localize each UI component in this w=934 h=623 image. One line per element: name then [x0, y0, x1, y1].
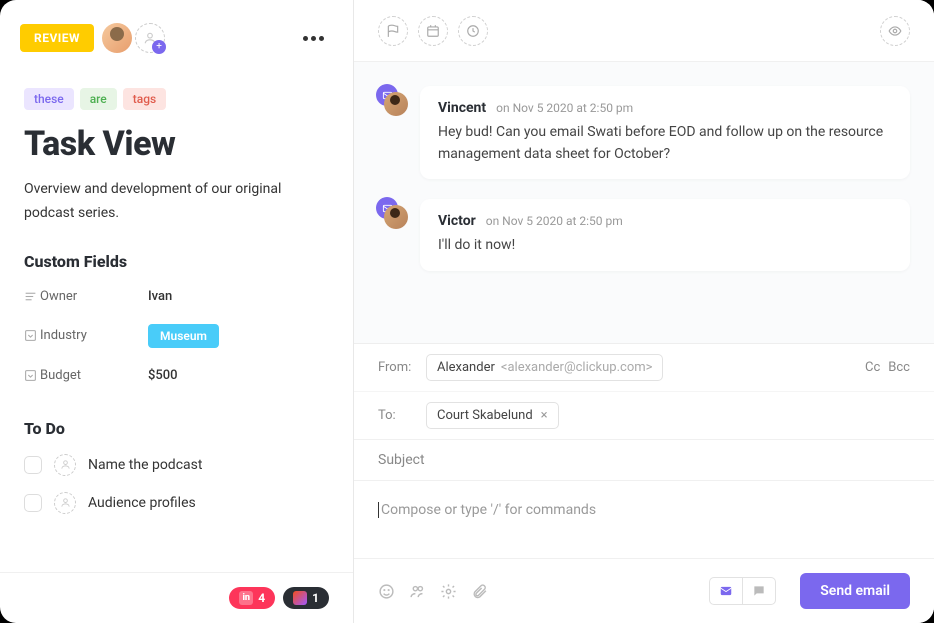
body-input[interactable]: Compose or type '/' for commands	[354, 481, 934, 558]
from-email: <alexander@clickup.com>	[501, 360, 653, 375]
remove-recipient-button[interactable]: ×	[539, 408, 548, 423]
clock-icon	[466, 24, 480, 38]
message-box[interactable]: Victor on Nov 5 2020 at 2:50 pm I'll do …	[420, 199, 910, 271]
mention-icon	[409, 583, 426, 600]
add-assignee-button[interactable]: +	[135, 23, 165, 53]
message-author: Vincent	[438, 100, 486, 116]
task-header: REVIEW +	[0, 0, 353, 76]
body-placeholder: Compose or type '/' for commands	[378, 502, 596, 518]
text-field-icon	[24, 290, 40, 303]
plus-icon: +	[152, 40, 166, 54]
settings-button[interactable]	[440, 583, 457, 600]
more-menu-button[interactable]	[293, 18, 333, 58]
cf-label: Budget	[40, 368, 148, 383]
to-name: Court Skabelund	[437, 408, 533, 423]
bcc-button[interactable]: Bcc	[888, 360, 910, 375]
dropdown-field-icon	[24, 329, 40, 342]
task-title[interactable]: Task View	[0, 110, 353, 168]
message-author: Victor	[438, 213, 476, 229]
reply-mode-toggle[interactable]	[709, 577, 776, 605]
figma-icon	[293, 591, 307, 605]
cf-value-pill: Museum	[148, 324, 219, 348]
emoji-icon	[378, 583, 395, 600]
comment-mode-button[interactable]	[743, 578, 775, 604]
figma-count: 1	[312, 591, 319, 605]
status-badge[interactable]: REVIEW	[20, 24, 94, 52]
message-body: I'll do it now!	[438, 235, 892, 257]
task-footer: in 4 1	[0, 572, 353, 623]
tag[interactable]: these	[24, 88, 74, 110]
tags-row: these are tags	[0, 76, 353, 110]
tag[interactable]: tags	[123, 88, 166, 110]
date-button[interactable]	[418, 16, 448, 46]
todo-item[interactable]: Name the podcast	[0, 446, 353, 484]
person-icon	[60, 497, 71, 508]
message-timestamp: on Nov 5 2020 at 2:50 pm	[496, 101, 633, 115]
invision-chip[interactable]: in 4	[229, 587, 275, 609]
dots-icon	[303, 36, 324, 41]
emoji-button[interactable]	[378, 583, 395, 600]
message-avatar[interactable]	[378, 199, 408, 229]
from-row: From: Alexander <alexander@clickup.com> …	[354, 344, 934, 391]
invision-count: 4	[258, 591, 265, 605]
cc-button[interactable]: Cc	[865, 360, 880, 375]
watch-button[interactable]	[880, 16, 910, 46]
calendar-icon	[426, 24, 440, 38]
tag[interactable]: are	[80, 88, 117, 110]
checkbox[interactable]	[24, 494, 42, 512]
mail-icon	[719, 584, 733, 598]
activity-header	[354, 0, 934, 62]
subject-input[interactable]: Subject	[354, 439, 934, 481]
cf-label: Industry	[40, 328, 148, 343]
cf-value: $500	[148, 368, 178, 383]
attach-button[interactable]	[471, 583, 488, 600]
message-avatar[interactable]	[378, 86, 408, 116]
figma-chip[interactable]: 1	[283, 587, 329, 609]
custom-fields-heading: Custom Fields	[0, 226, 353, 279]
comment-icon	[752, 584, 766, 598]
person-icon	[60, 459, 71, 470]
invision-icon: in	[239, 591, 253, 605]
todo-heading: To Do	[0, 393, 353, 446]
from-name: Alexander	[437, 360, 495, 375]
task-description[interactable]: Overview and development of our original…	[0, 168, 353, 226]
todo-item[interactable]: Audience profiles	[0, 484, 353, 522]
message-body: Hey bud! Can you email Swati before EOD …	[438, 122, 892, 165]
compose-area: From: Alexander <alexander@clickup.com> …	[354, 343, 934, 623]
message-timestamp: on Nov 5 2020 at 2:50 pm	[486, 214, 623, 228]
message-box[interactable]: Vincent on Nov 5 2020 at 2:50 pm Hey bud…	[420, 86, 910, 179]
gear-icon	[440, 583, 457, 600]
to-label: To:	[378, 408, 426, 423]
checkbox[interactable]	[24, 456, 42, 474]
assignee-avatar[interactable]	[102, 23, 132, 53]
send-email-button[interactable]: Send email	[800, 573, 910, 609]
money-field-icon	[24, 369, 40, 382]
time-button[interactable]	[458, 16, 488, 46]
flag-icon	[386, 24, 400, 38]
cf-label: Owner	[40, 289, 148, 304]
activity-panel: Vincent on Nov 5 2020 at 2:50 pm Hey bud…	[354, 0, 934, 623]
message: Vincent on Nov 5 2020 at 2:50 pm Hey bud…	[378, 86, 910, 179]
eye-icon	[888, 24, 902, 38]
email-mode-button[interactable]	[710, 578, 743, 604]
todo-assignee-button[interactable]	[54, 492, 76, 514]
to-chip[interactable]: Court Skabelund ×	[426, 402, 559, 429]
to-row: To: Court Skabelund ×	[354, 391, 934, 439]
message: Victor on Nov 5 2020 at 2:50 pm I'll do …	[378, 199, 910, 271]
compose-footer: Send email	[354, 558, 934, 623]
message-thread: Vincent on Nov 5 2020 at 2:50 pm Hey bud…	[354, 62, 934, 343]
cf-value: Ivan	[148, 289, 172, 304]
custom-field-row[interactable]: Industry Museum	[0, 314, 353, 358]
todo-assignee-button[interactable]	[54, 454, 76, 476]
mention-button[interactable]	[409, 583, 426, 600]
task-panel: REVIEW + these are tags Task View Overvi…	[0, 0, 354, 623]
todo-text: Name the podcast	[88, 457, 202, 473]
from-chip[interactable]: Alexander <alexander@clickup.com>	[426, 354, 663, 381]
from-label: From:	[378, 360, 426, 375]
custom-field-row[interactable]: Budget $500	[0, 358, 353, 393]
todo-text: Audience profiles	[88, 495, 196, 511]
custom-field-row[interactable]: Owner Ivan	[0, 279, 353, 314]
paperclip-icon	[471, 583, 488, 600]
flag-button[interactable]	[378, 16, 408, 46]
